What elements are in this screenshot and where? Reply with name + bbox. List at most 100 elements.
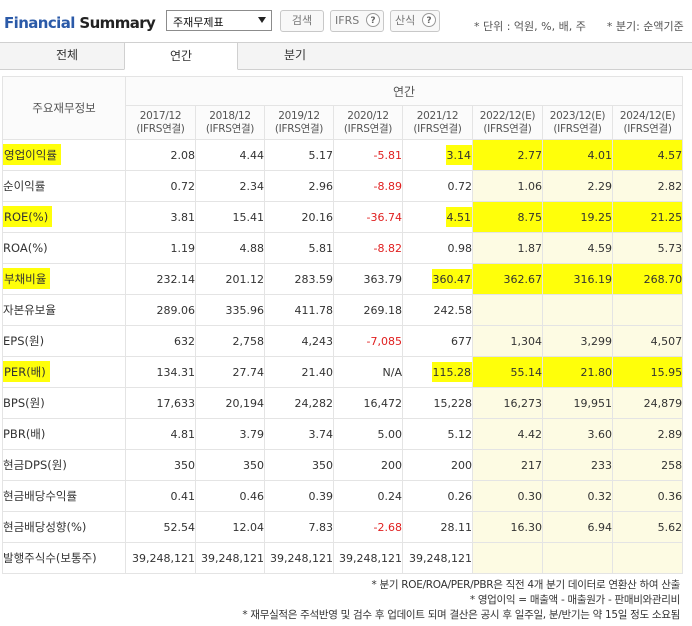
table-cell: 2.96	[264, 170, 334, 202]
table-row: ROE(%) 3.81 15.41 20.16 -36.74 4.51 8.75 19.25 2…	[2, 201, 684, 233]
row-label-text: BPS(원)	[3, 396, 45, 410]
footnote: * 분기 ROE/ROA/PER/PBR은 직전 4개 분기 데이터로 연환산 …	[371, 579, 681, 591]
cell-value: 4.59	[587, 241, 613, 255]
ifrs-button[interactable]: IFRS ?	[330, 10, 384, 32]
cell-value: 0.39	[308, 489, 334, 503]
table-cell: 19,951	[542, 387, 613, 419]
table-cell: 2.29	[542, 170, 613, 202]
tab-annual[interactable]: 연간	[124, 42, 238, 70]
cell-value: 0.36	[657, 489, 683, 503]
row-label[interactable]: PBR(배)	[2, 418, 126, 450]
title-part-1: Financial	[4, 14, 75, 32]
table-cell: 242.58	[402, 294, 473, 326]
cell-value: 0.32	[587, 489, 613, 503]
period-year: 2024/12(E)	[619, 109, 676, 122]
cell-value: 0.72	[170, 179, 196, 193]
row-label[interactable]: EPS(원)	[2, 325, 126, 357]
table-cell: 12.04	[195, 511, 265, 543]
table-cell: 201.12	[195, 263, 265, 295]
cell-value: 6.94	[587, 520, 613, 534]
table-cell: -7,085	[333, 325, 403, 357]
table-cell: 6.94	[542, 511, 613, 543]
table-cell: 0.72	[125, 170, 196, 202]
table-cell: -8.89	[333, 170, 403, 202]
table-cell: 5.17	[264, 139, 334, 171]
row-label[interactable]: 현금배당성향(%)	[2, 511, 126, 543]
table-cell: 2.82	[611, 170, 684, 202]
table-cell: 4.81	[125, 418, 196, 450]
table-cell: 3.74	[264, 418, 334, 450]
row-label[interactable]: 영업이익률	[2, 139, 126, 171]
footnotes: * 분기 ROE/ROA/PER/PBR은 직전 4개 분기 데이터로 연환산 …	[242, 578, 680, 623]
table-cell: -2.68	[333, 511, 403, 543]
formula-label: 산식	[395, 14, 416, 27]
table-cell: 363.79	[333, 263, 403, 295]
row-label[interactable]: BPS(원)	[2, 387, 126, 419]
row-label[interactable]: ROA(%)	[2, 232, 126, 264]
formula-button[interactable]: 산식 ?	[390, 10, 440, 32]
table-cell: 27.74	[195, 356, 265, 388]
table-cell: 134.31	[125, 356, 196, 388]
table-cell: 411.78	[264, 294, 334, 326]
row-label-text: 순이익률	[3, 179, 46, 193]
table-cell: 4,507	[611, 325, 684, 357]
cell-value: 4.81	[170, 427, 196, 441]
period-year: 2018/12	[209, 109, 251, 122]
row-label[interactable]: 부채비율	[2, 263, 126, 295]
row-label[interactable]: 순이익률	[2, 170, 126, 202]
table-cell: 17,633	[125, 387, 196, 419]
row-label[interactable]: 현금배당수익률	[2, 480, 126, 512]
row-label[interactable]: 발행주식수(보통주)	[2, 542, 126, 574]
search-button[interactable]: 검색	[280, 10, 324, 32]
period-basis: (IFRS연결)	[553, 122, 602, 135]
row-label-text: EPS(원)	[3, 334, 45, 348]
cell-value: N/A	[382, 365, 402, 379]
table-cell: 4.42	[472, 418, 543, 450]
table-cell: 15.95	[611, 356, 684, 388]
footnote: * 재무실적은 주석반영 및 검수 후 업데이트 되며 결산은 공시 후 일주일…	[242, 609, 680, 621]
help-icon[interactable]: ?	[366, 13, 380, 27]
table-cell: 16,472	[333, 387, 403, 419]
row-label[interactable]: 자본유보율	[2, 294, 126, 326]
cell-value: 39,248,121	[201, 551, 264, 565]
table-cell: 283.59	[264, 263, 334, 295]
table-cell: 52.54	[125, 511, 196, 543]
cell-value: 19.25	[580, 210, 613, 224]
cell-value: 5.00	[377, 427, 403, 441]
statement-type-select[interactable]: 주재무제표	[166, 10, 272, 31]
tab-all[interactable]: 전체	[10, 42, 124, 70]
row-label[interactable]: PER(배)	[2, 356, 126, 388]
ifrs-label: IFRS	[335, 14, 360, 27]
cell-value: 0.41	[170, 489, 196, 503]
table-cell: 0.26	[402, 480, 473, 512]
title-part-2: Summary	[74, 14, 156, 32]
period-basis: (IFRS연결)	[136, 122, 185, 135]
cell-value: 268.70	[643, 272, 683, 286]
cell-value: 4.88	[239, 241, 265, 255]
cell-value: 411.78	[294, 303, 334, 317]
cell-value: 3.81	[170, 210, 196, 224]
table-cell: 4.44	[195, 139, 265, 171]
table-cell: 5.81	[264, 232, 334, 264]
cell-value: 4.51	[445, 206, 472, 227]
table-row: EPS(원) 632 2,758 4,243 -7,085 677 1,304 3,299 4,…	[2, 325, 684, 357]
table-cell: 4.51	[402, 201, 473, 233]
page-title: Financial Summary	[4, 14, 156, 32]
cell-value: 134.31	[156, 365, 196, 379]
table-cell: 632	[125, 325, 196, 357]
cell-value: 16,472	[363, 396, 403, 410]
help-icon[interactable]: ?	[422, 13, 436, 27]
table-cell: 5.73	[611, 232, 684, 264]
table-row: 자본유보율 289.06 335.96 411.78 269.18 242.58	[2, 294, 684, 326]
cell-value: 201.12	[225, 272, 265, 286]
table-cell: 2.89	[611, 418, 684, 450]
table-cell: 5.62	[611, 511, 684, 543]
row-label[interactable]: ROE(%)	[2, 201, 126, 233]
cell-value: 1,304	[510, 334, 543, 348]
table-row: 발행주식수(보통주) 39,248,121 39,248,121 39,248,121…	[2, 542, 684, 574]
tab-quarterly[interactable]: 분기	[238, 42, 352, 70]
chevron-down-icon	[258, 17, 266, 23]
cell-value: 2.29	[587, 179, 613, 193]
table-cell: 115.28	[402, 356, 473, 388]
row-label[interactable]: 현금DPS(원)	[2, 449, 126, 481]
